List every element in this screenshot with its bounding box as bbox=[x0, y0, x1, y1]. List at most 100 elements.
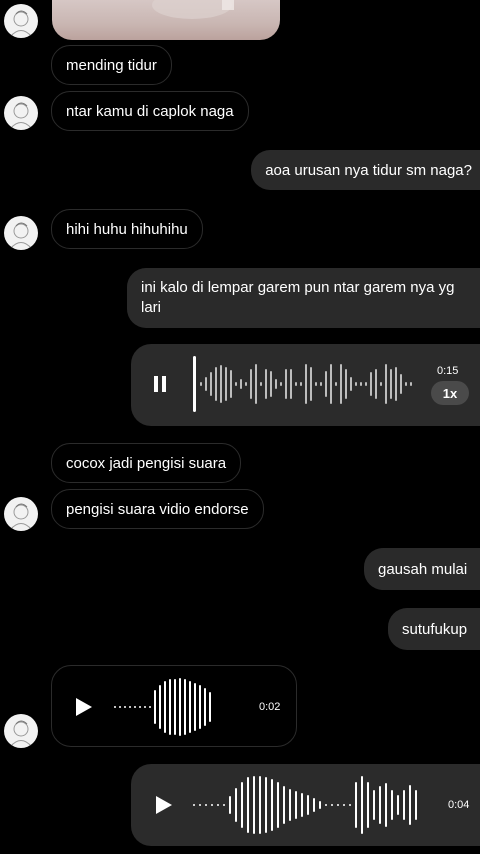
waveform-bar bbox=[337, 804, 339, 806]
waveform-bar bbox=[220, 365, 222, 403]
message-incoming[interactable]: mending tidur bbox=[51, 45, 172, 85]
audio-waveform[interactable] bbox=[112, 676, 252, 738]
waveform-bar bbox=[265, 369, 267, 399]
avatar[interactable] bbox=[4, 96, 38, 130]
waveform-bar bbox=[390, 369, 392, 399]
waveform-bar bbox=[373, 790, 375, 820]
waveform-bar bbox=[319, 801, 321, 809]
message-incoming[interactable]: ntar kamu di caplok naga bbox=[51, 91, 249, 131]
waveform-bar bbox=[343, 804, 345, 806]
waveform-bar bbox=[164, 681, 166, 733]
waveform-bar bbox=[144, 706, 146, 708]
voice-duration: 0:02 bbox=[259, 701, 281, 713]
avatar[interactable] bbox=[4, 4, 38, 38]
waveform-bar bbox=[301, 793, 303, 817]
waveform-bar bbox=[375, 369, 377, 399]
message-outgoing[interactable]: gausah mulai bbox=[364, 548, 480, 590]
voice-message-outgoing[interactable]: 0:04 bbox=[131, 764, 480, 846]
message-text: cocox jadi pengisi suara bbox=[66, 454, 227, 472]
waveform-bar bbox=[367, 782, 369, 828]
avatar[interactable] bbox=[4, 714, 38, 748]
waveform-bar bbox=[194, 683, 196, 731]
shared-image[interactable] bbox=[52, 0, 280, 40]
waveform-bar bbox=[330, 364, 332, 404]
waveform-bar bbox=[229, 796, 231, 814]
message-text: hihi huhu hihuhihu bbox=[66, 220, 188, 238]
message-text: ini kalo di lempar garem pun ntar garem … bbox=[141, 279, 455, 316]
waveform-bar bbox=[255, 364, 257, 404]
waveform-bar bbox=[205, 377, 207, 391]
waveform-bar bbox=[260, 382, 262, 386]
waveform-bar bbox=[285, 369, 287, 399]
voice-message-outgoing[interactable]: 0:15 1x bbox=[131, 344, 480, 426]
waveform-bar bbox=[305, 364, 307, 404]
waveform-bar bbox=[331, 804, 333, 806]
waveform-bar bbox=[290, 369, 292, 399]
play-icon[interactable] bbox=[155, 795, 173, 815]
waveform-bar bbox=[199, 804, 201, 806]
message-text: mending tidur bbox=[66, 56, 157, 74]
waveform-bar bbox=[235, 788, 237, 822]
waveform-bar bbox=[289, 789, 291, 821]
message-text: ntar kamu di caplok naga bbox=[66, 102, 234, 120]
waveform-bar bbox=[154, 690, 156, 724]
message-incoming[interactable]: cocox jadi pengisi suara bbox=[51, 443, 242, 483]
waveform-bar bbox=[410, 382, 412, 386]
waveform-bar bbox=[230, 370, 232, 398]
waveform-bar bbox=[211, 804, 213, 806]
message-incoming[interactable]: pengisi suara vidio endorse bbox=[51, 489, 264, 529]
waveform-bar bbox=[240, 379, 242, 389]
waveform-bar bbox=[295, 382, 297, 386]
waveform-bar bbox=[200, 382, 202, 386]
message-incoming[interactable]: hihi huhu hihuhihu bbox=[51, 209, 203, 249]
audio-waveform[interactable] bbox=[191, 774, 441, 836]
avatar[interactable] bbox=[4, 216, 38, 250]
waveform-bar bbox=[210, 372, 212, 396]
message-outgoing[interactable]: sutufukup bbox=[388, 608, 480, 650]
waveform-bar bbox=[400, 374, 402, 394]
waveform-bar bbox=[403, 790, 405, 820]
pause-icon[interactable] bbox=[154, 376, 166, 392]
avatar[interactable] bbox=[4, 497, 38, 531]
waveform-bar bbox=[283, 786, 285, 824]
playback-speed-button[interactable]: 1x bbox=[431, 381, 469, 405]
waveform-bar bbox=[159, 685, 161, 729]
waveform-bar bbox=[250, 369, 252, 399]
waveform-bar bbox=[215, 367, 217, 401]
message-text: aoa urusan nya tidur sm naga? bbox=[265, 161, 472, 179]
waveform-bar bbox=[169, 679, 171, 735]
waveform-bar bbox=[275, 379, 277, 389]
waveform-bar bbox=[340, 364, 342, 404]
message-text: gausah mulai bbox=[378, 560, 468, 578]
waveform-bar bbox=[355, 782, 357, 828]
waveform-bar bbox=[385, 364, 387, 404]
voice-duration: 0:04 bbox=[448, 799, 470, 811]
waveform-bar bbox=[355, 382, 357, 386]
message-outgoing[interactable]: ini kalo di lempar garem pun ntar garem … bbox=[127, 268, 480, 328]
audio-waveform[interactable] bbox=[193, 354, 423, 414]
waveform-bar bbox=[325, 371, 327, 397]
waveform-bar bbox=[415, 790, 417, 820]
waveform-bar bbox=[280, 382, 282, 386]
waveform-bar bbox=[247, 777, 249, 833]
waveform-bar bbox=[380, 382, 382, 386]
play-icon[interactable] bbox=[75, 697, 93, 717]
waveform-bar bbox=[124, 706, 126, 708]
waveform-bar bbox=[335, 382, 337, 386]
waveform-bar bbox=[313, 798, 315, 812]
message-outgoing[interactable]: aoa urusan nya tidur sm naga? bbox=[251, 150, 480, 190]
waveform-bar bbox=[193, 804, 195, 806]
waveform-bar bbox=[271, 779, 273, 831]
waveform-bar bbox=[119, 706, 121, 708]
waveform-bar bbox=[365, 382, 367, 386]
playback-cursor[interactable] bbox=[193, 356, 196, 412]
waveform-bar bbox=[409, 785, 411, 825]
waveform-bar bbox=[235, 382, 237, 386]
voice-message-incoming[interactable]: 0:02 bbox=[51, 665, 297, 747]
waveform-bar bbox=[405, 382, 407, 386]
waveform-bar bbox=[205, 804, 207, 806]
waveform-bar bbox=[350, 377, 352, 391]
waveform-bar bbox=[225, 367, 227, 401]
waveform-bar bbox=[174, 679, 176, 735]
waveform-bar bbox=[310, 367, 312, 401]
